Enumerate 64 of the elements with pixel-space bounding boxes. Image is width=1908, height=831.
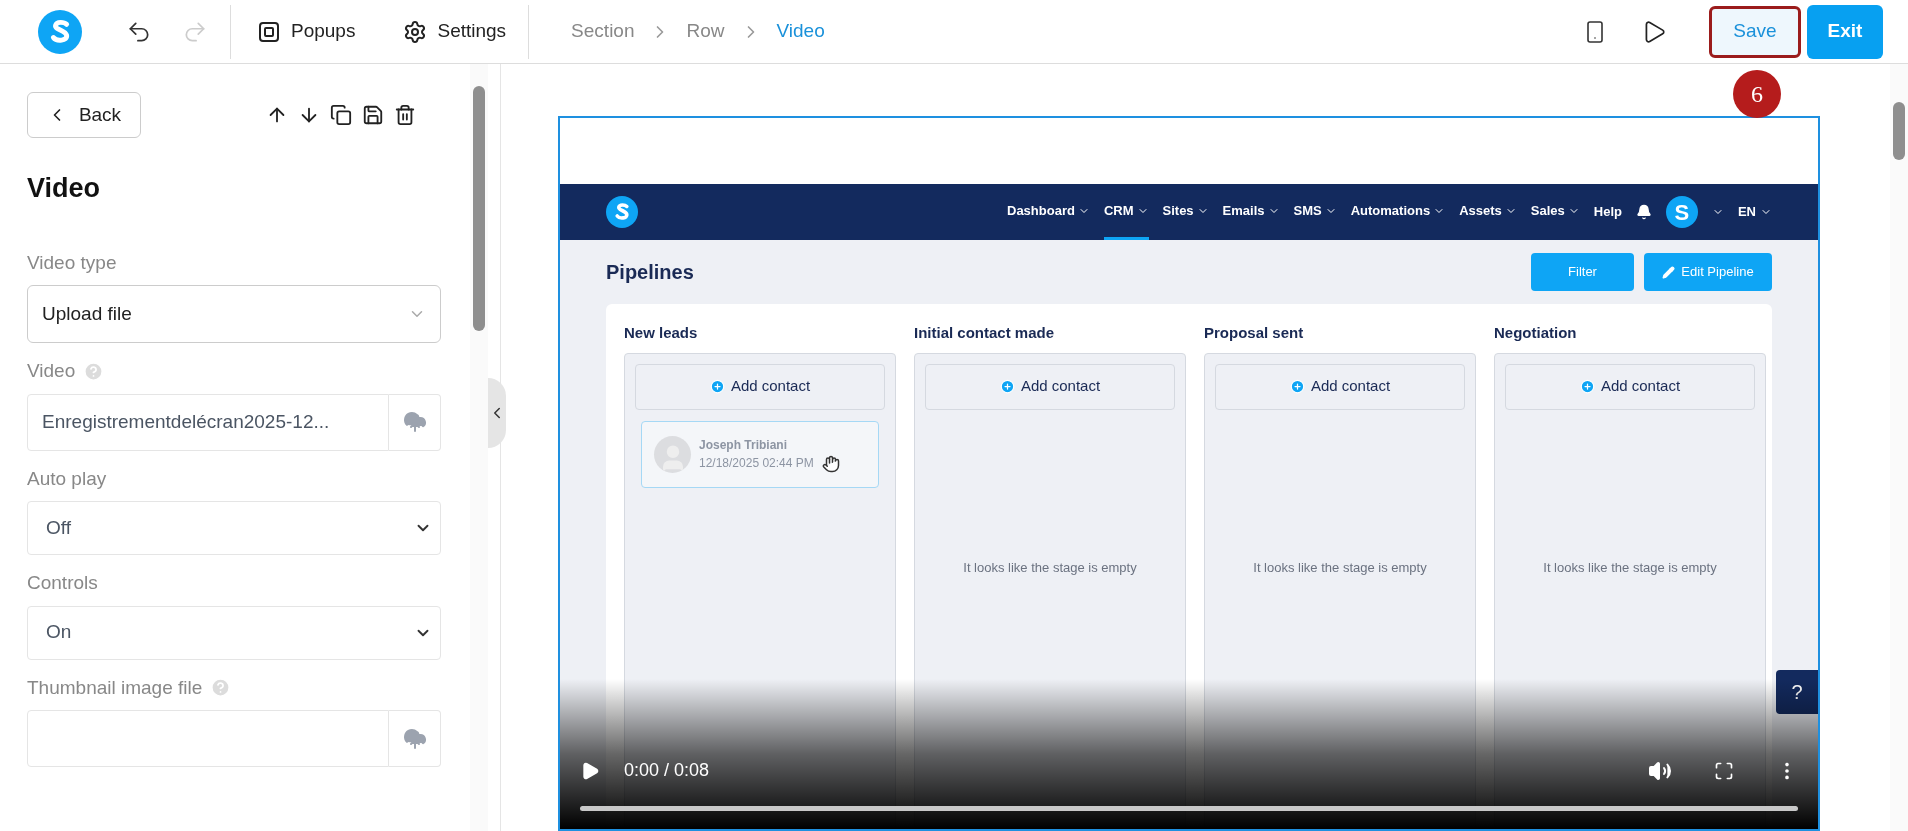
add-contact-button[interactable]: Add contact <box>1505 363 1755 410</box>
nav-menu-item[interactable]: Sites <box>1162 184 1209 240</box>
cloud-upload-icon <box>402 726 427 751</box>
field-label: Controls <box>27 571 98 595</box>
save-icon[interactable] <box>362 104 384 126</box>
popups-button[interactable]: Popups <box>257 17 356 46</box>
nav-menu-item[interactable]: Help <box>1593 202 1622 222</box>
select-field[interactable]: Off <box>27 501 441 555</box>
play-icon[interactable] <box>580 760 600 781</box>
back-button[interactable]: Back <box>27 92 141 138</box>
logo-icon <box>38 9 82 54</box>
panel-scrollbar[interactable] <box>470 64 488 831</box>
plus-icon <box>1289 379 1305 394</box>
canvas-scrollbar[interactable] <box>1890 64 1908 831</box>
nav-menu-item[interactable]: SMS <box>1293 184 1337 240</box>
fullscreen-icon[interactable] <box>1714 760 1734 781</box>
nav-menu-item[interactable]: Emails <box>1222 184 1280 240</box>
plus-icon <box>999 379 1015 394</box>
time-display: 0:00 / 0:08 <box>624 759 710 782</box>
stage-title: New leads <box>624 323 699 343</box>
popup-icon <box>257 19 281 44</box>
empty-stage-text: It looks like the stage is empty <box>962 558 1138 577</box>
add-contact-button[interactable]: Add contact <box>635 363 885 410</box>
cloud-upload-icon <box>402 410 427 434</box>
bell-icon[interactable] <box>1635 204 1652 220</box>
empty-stage-text: It looks like the stage is empty <box>1252 558 1428 577</box>
plus-icon <box>709 379 725 394</box>
select-field[interactable]: Upload file <box>27 285 441 343</box>
contact-name: Joseph Tribiani <box>699 437 789 454</box>
field-label: Auto play <box>27 466 107 491</box>
file-field[interactable]: Enregistrementdelécran2025-12... <box>27 393 389 451</box>
field-label: Thumbnail image file <box>27 675 203 700</box>
nav-menu-item[interactable]: Automations <box>1350 184 1446 240</box>
field-label: Video type <box>27 250 117 275</box>
pencil-icon <box>1662 265 1676 279</box>
nav-menu-item[interactable]: Assets <box>1459 184 1517 240</box>
select-field[interactable]: On <box>27 605 441 660</box>
settings-icon <box>403 19 428 44</box>
add-contact-button[interactable]: Add contact <box>1215 363 1465 410</box>
logo-icon <box>606 196 638 228</box>
breadcrumb-link[interactable]: Section <box>571 17 635 46</box>
hand-cursor-icon <box>821 455 840 473</box>
settings-button[interactable]: Settings <box>403 17 507 46</box>
breadcrumb-link[interactable]: Row <box>686 17 725 46</box>
field-label: Video <box>27 359 76 383</box>
stage-title: Proposal sent <box>1204 323 1305 343</box>
plus-icon <box>1579 379 1595 394</box>
panel-title: Video <box>27 172 102 205</box>
stage-title: Initial contact made <box>914 323 1056 343</box>
nav-menu-item[interactable]: Sales <box>1530 184 1580 240</box>
nav-menu-item[interactable]: Dashboard <box>1007 184 1090 240</box>
stage-title: Negotiation <box>1494 323 1578 343</box>
video-block[interactable] <box>558 116 1820 831</box>
help-button[interactable]: ? <box>1776 670 1818 714</box>
empty-stage-text: It looks like the stage is empty <box>1542 558 1718 577</box>
page-title: Pipelines <box>606 260 694 285</box>
contact-date: 12/18/2025 02:44 PM <box>699 455 814 472</box>
language-menu[interactable]: EN <box>1737 202 1772 222</box>
file-field[interactable] <box>27 710 389 767</box>
progress-track[interactable] <box>580 806 1798 811</box>
delete-icon[interactable] <box>394 104 416 126</box>
add-contact-button[interactable]: Add contact <box>925 363 1175 410</box>
avatar-icon <box>654 435 691 473</box>
duplicate-icon[interactable] <box>330 104 352 126</box>
